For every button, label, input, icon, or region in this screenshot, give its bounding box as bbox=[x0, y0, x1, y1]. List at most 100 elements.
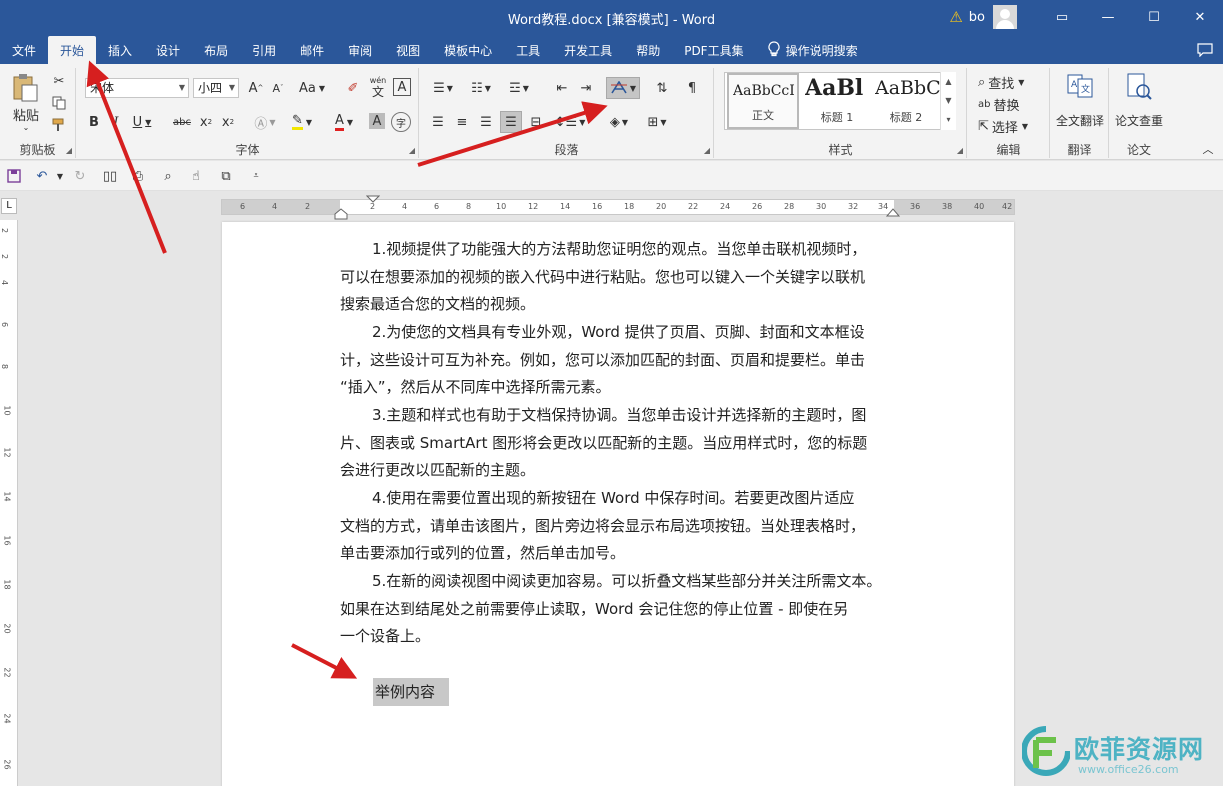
tab-mailings[interactable]: 邮件 bbox=[288, 36, 336, 64]
increase-indent-icon[interactable]: ⇥ bbox=[576, 78, 596, 98]
styles-launcher-icon[interactable]: ◢ bbox=[957, 146, 963, 155]
tab-developer[interactable]: 开发工具 bbox=[552, 36, 624, 64]
font-color-icon[interactable]: A ▼ bbox=[329, 112, 359, 132]
tab-layout[interactable]: 布局 bbox=[192, 36, 240, 64]
two-pages-icon[interactable]: ▯▯ bbox=[100, 167, 120, 185]
show-formatting-marks-icon[interactable]: ¶ bbox=[682, 78, 702, 98]
paragraph-4[interactable]: 4.使用在需要位置出现的新按钮在 Word 中保存时间。若要更改图片适应 文档的… bbox=[340, 485, 906, 568]
tab-selector[interactable]: L bbox=[1, 198, 17, 214]
shading-icon[interactable]: ◈ ▼ bbox=[604, 112, 634, 132]
right-indent-marker[interactable] bbox=[886, 207, 900, 217]
change-case-button[interactable]: Aa ▼ bbox=[297, 78, 327, 98]
warning-icon[interactable]: ⚠ bbox=[949, 8, 962, 26]
first-line-indent-marker[interactable] bbox=[366, 195, 380, 205]
print-layout-icon[interactable]: ⎙ bbox=[128, 167, 148, 185]
paragraph-2[interactable]: 2.为使您的文档具有专业外观，Word 提供了页眉、页脚、封面和文本框设 计，这… bbox=[340, 319, 906, 402]
find-button[interactable]: ⌕ 查找 ▼ bbox=[978, 72, 1044, 92]
avatar[interactable] bbox=[993, 5, 1017, 29]
cut-icon[interactable]: ✂ bbox=[50, 72, 68, 90]
borders-icon[interactable]: ⊞ ▼ bbox=[642, 112, 672, 132]
tab-template-center[interactable]: 模板中心 bbox=[432, 36, 504, 64]
scroll-down-icon[interactable]: ▼ bbox=[941, 91, 956, 110]
paste-button[interactable]: 粘贴 bbox=[6, 106, 46, 124]
bold-icon[interactable]: B bbox=[85, 112, 103, 132]
styles-gallery-scroll[interactable]: ▲ ▼ ▾ bbox=[940, 72, 956, 130]
style-heading-1[interactable]: AaBl 标题 1 bbox=[801, 73, 873, 129]
ribbon-display-options-icon[interactable]: ▭ bbox=[1039, 0, 1085, 34]
paragraph-3[interactable]: 3.主题和样式也有助于文档保持协调。当您单击设计并选择新的主题时，图 片、图表或… bbox=[340, 402, 906, 485]
character-border-icon[interactable]: A bbox=[393, 78, 411, 96]
clipboard-launcher-icon[interactable]: ◢ bbox=[66, 146, 72, 155]
undo-dropdown-icon[interactable]: ▼ bbox=[50, 167, 70, 185]
chinese-layout-icon[interactable]: ▼ bbox=[606, 77, 640, 99]
tab-home[interactable]: 开始 bbox=[48, 36, 97, 64]
font-size-combo[interactable]: 小四 ▼ bbox=[193, 78, 239, 98]
multilevel-list-icon[interactable]: ☲ ▼ bbox=[504, 78, 534, 98]
align-left-icon[interactable]: ☰ bbox=[428, 112, 448, 132]
select-button[interactable]: ⇱ 选择 ▼ bbox=[978, 116, 1044, 136]
paragraph-5[interactable]: 5.在新的阅读视图中阅读更加容易。可以折叠文档某些部分并关注所需文本。 如果在达… bbox=[340, 568, 906, 651]
align-right-icon[interactable]: ☰ bbox=[476, 112, 496, 132]
left-indent-marker[interactable] bbox=[334, 195, 348, 221]
grow-font-icon[interactable]: A ^ bbox=[247, 78, 265, 98]
share-icon[interactable]: ⧉ bbox=[216, 167, 236, 185]
paper-check-button[interactable]: 论文查重 bbox=[1114, 106, 1164, 136]
underline-icon[interactable]: U ▼ bbox=[129, 112, 155, 132]
redo-icon[interactable]: ↻ bbox=[70, 167, 90, 185]
copy-icon[interactable] bbox=[50, 94, 68, 112]
text-effects-icon[interactable]: Ⓐ ▼ bbox=[251, 112, 279, 132]
format-painter-icon[interactable] bbox=[50, 116, 68, 134]
italic-icon[interactable]: I bbox=[107, 112, 125, 132]
scroll-up-icon[interactable]: ▲ bbox=[941, 72, 956, 91]
center-icon[interactable]: ≡ bbox=[452, 112, 472, 132]
replace-button[interactable]: ab 替换 bbox=[978, 94, 1044, 114]
enclose-characters-icon[interactable]: 字 bbox=[391, 112, 411, 132]
justify-icon[interactable]: ☰ bbox=[500, 111, 522, 133]
touch-mode-icon[interactable]: ☝ bbox=[186, 167, 206, 185]
paste-icon[interactable] bbox=[10, 72, 40, 104]
decrease-indent-icon[interactable]: ⇤ bbox=[552, 78, 572, 98]
sort-icon[interactable]: ⇅ bbox=[652, 78, 672, 98]
tab-view[interactable]: 视图 bbox=[384, 36, 432, 64]
maximize-button[interactable]: ☐ bbox=[1131, 0, 1177, 34]
paste-dropdown-icon[interactable]: ⌄ bbox=[14, 122, 38, 132]
more-styles-icon[interactable]: ▾ bbox=[941, 110, 956, 129]
bullets-icon[interactable]: ☰ ▼ bbox=[428, 78, 458, 98]
selected-text[interactable]: 举例内容 bbox=[373, 678, 449, 706]
user-name[interactable]: bo bbox=[969, 10, 985, 25]
tab-help[interactable]: 帮助 bbox=[624, 36, 672, 64]
vertical-ruler[interactable]: 2 2 4 6 8 10 12 14 16 18 20 22 24 26 bbox=[0, 220, 18, 786]
collapse-ribbon-icon[interactable]: ︿ bbox=[1200, 142, 1216, 156]
minimize-button[interactable]: — bbox=[1085, 0, 1131, 34]
line-spacing-icon[interactable]: ↕☰ ▼ bbox=[554, 112, 586, 132]
tab-review[interactable]: 审阅 bbox=[336, 36, 384, 64]
translate-icon[interactable]: A文 bbox=[1065, 72, 1095, 100]
document-page[interactable]: 1.视频提供了功能强大的方法帮助您证明您的观点。当您单击联机视频时， 可以在想要… bbox=[222, 222, 1014, 786]
tab-insert[interactable]: 插入 bbox=[96, 36, 144, 64]
clear-formatting-icon[interactable]: ✐ bbox=[343, 78, 363, 98]
numbering-icon[interactable]: ☷ ▼ bbox=[466, 78, 496, 98]
tab-references[interactable]: 引用 bbox=[240, 36, 288, 64]
paper-check-icon[interactable] bbox=[1124, 72, 1154, 102]
phonetic-guide-button[interactable]: wén 文 bbox=[367, 74, 389, 100]
print-preview-icon[interactable]: ⌕ bbox=[158, 167, 178, 185]
undo-icon[interactable]: ↶ bbox=[32, 167, 52, 185]
tab-design[interactable]: 设计 bbox=[144, 36, 192, 64]
style-normal[interactable]: AaBbCcI 正文 bbox=[727, 73, 799, 129]
tab-pdf-tools[interactable]: PDF工具集 bbox=[672, 36, 755, 64]
customize-qat-icon[interactable]: ⩡ bbox=[246, 167, 266, 185]
shrink-font-icon[interactable]: Aˇ bbox=[269, 78, 287, 98]
save-icon[interactable] bbox=[4, 167, 24, 185]
paragraph-launcher-icon[interactable]: ◢ bbox=[704, 146, 710, 155]
highlight-color-icon[interactable]: ✎ ▼ bbox=[287, 112, 317, 132]
paragraph-1[interactable]: 1.视频提供了功能强大的方法帮助您证明您的观点。当您单击联机视频时， 可以在想要… bbox=[340, 236, 906, 319]
tab-tools[interactable]: 工具 bbox=[504, 36, 552, 64]
tell-me-search[interactable]: 操作说明搜索 bbox=[756, 36, 870, 64]
superscript-icon[interactable]: x2 bbox=[219, 112, 237, 132]
close-button[interactable]: ✕ bbox=[1177, 0, 1223, 34]
tab-file[interactable]: 文件 bbox=[0, 36, 48, 64]
subscript-icon[interactable]: x2 bbox=[197, 112, 215, 132]
font-name-combo[interactable]: 宋体 ▼ bbox=[85, 78, 189, 98]
full-text-translate-button[interactable]: 全文翻译 bbox=[1055, 106, 1105, 136]
style-heading-2[interactable]: AaBbC 标题 2 bbox=[871, 73, 941, 129]
